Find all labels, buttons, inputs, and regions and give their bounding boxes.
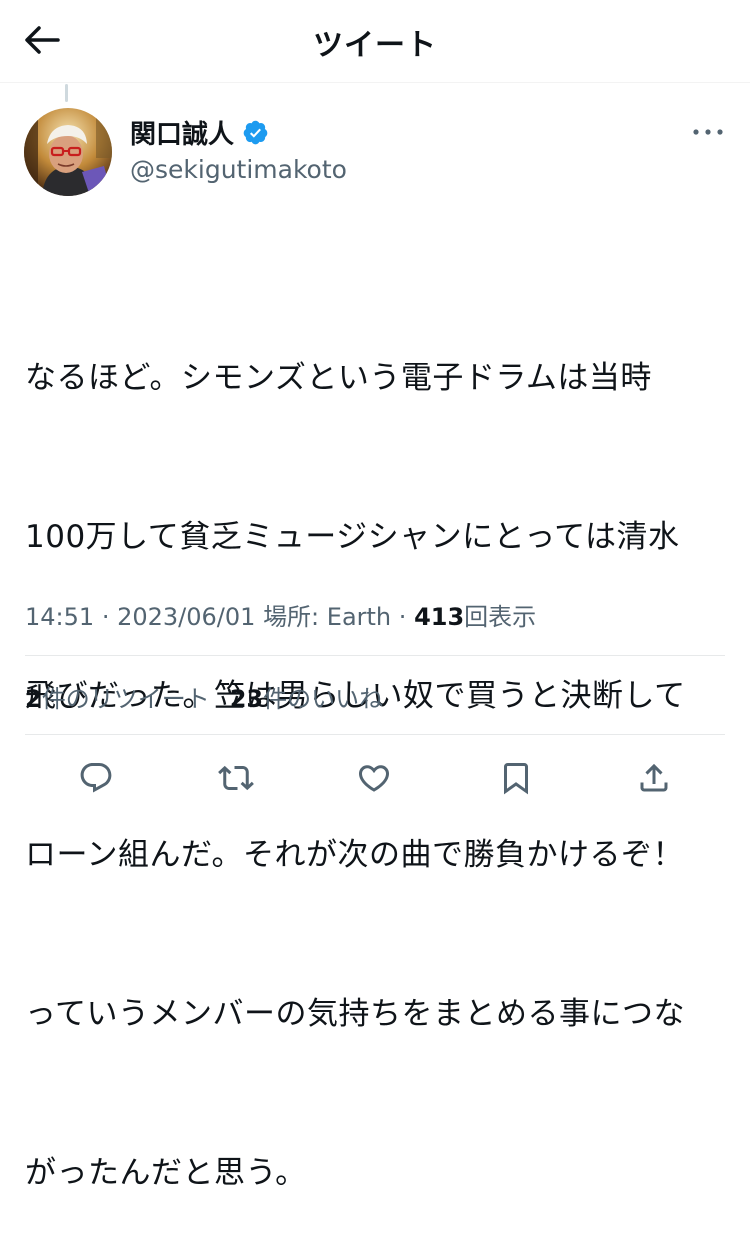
views-label: 回表示: [464, 603, 537, 631]
retweet-icon: [218, 765, 254, 791]
retweets-stat[interactable]: 2件のリツイート: [25, 685, 210, 713]
retweets-label: 件のリツイート: [41, 685, 210, 713]
tweet-text-line: がったんだと思う。: [25, 1155, 307, 1191]
bookmark-icon: [504, 763, 528, 795]
page-title: ツイート: [313, 28, 437, 63]
retweets-count: 2: [25, 685, 42, 713]
tweet-text-line: ローン組んだ。それが次の曲で勝負かけるぞ！: [25, 837, 685, 873]
author-name-row: 関口誠人: [130, 114, 269, 151]
reply-icon: [80, 763, 112, 793]
tweet-meta: 14:51 · 2023/06/01 場所: Earth · 413回表示: [25, 597, 536, 632]
thread-connector-line: [65, 84, 68, 102]
divider: [25, 655, 725, 656]
tweet-date[interactable]: 2023/06/01: [117, 603, 255, 631]
likes-stat[interactable]: 23件のいいね: [230, 685, 383, 713]
author-display-name[interactable]: 関口誠人: [130, 114, 234, 151]
tweet-text: なるほど。シモンズという電子ドラムは当時 100万して貧乏ミュージシャンにとって…: [25, 246, 725, 1253]
retweet-button[interactable]: [214, 756, 258, 800]
meta-separator: ·: [101, 603, 110, 631]
share-icon: [640, 763, 668, 792]
heart-icon: [358, 765, 390, 792]
meta-separator: ·: [398, 603, 407, 631]
views-count[interactable]: 413: [414, 603, 464, 631]
author-handle[interactable]: @sekigutimakoto: [130, 155, 347, 184]
engagement-stats: 2件のリツイート 23件のいいね: [25, 679, 383, 714]
top-bar: ツイート: [0, 0, 750, 83]
more-options-button[interactable]: [690, 120, 726, 144]
likes-label: 件のいいね: [263, 685, 384, 713]
tweet-time[interactable]: 14:51: [25, 603, 94, 631]
likes-count: 23: [229, 685, 264, 713]
divider: [25, 734, 725, 735]
bookmark-button[interactable]: [494, 756, 538, 800]
reply-button[interactable]: [74, 756, 118, 800]
tweet-text-line: なるほど。シモンズという電子ドラムは当時: [25, 360, 652, 396]
verified-badge-icon: [243, 120, 268, 145]
profile-photo: [24, 108, 112, 196]
share-button[interactable]: [632, 756, 676, 800]
tweet-text-line: っていうメンバーの気持ちをまとめる事につな: [25, 996, 685, 1032]
tweet-location: 場所: Earth: [263, 603, 392, 631]
tweet-text-line: 100万して貧乏ミュージシャンにとっては清水: [25, 519, 680, 555]
like-button[interactable]: [352, 756, 396, 800]
more-dots-icon: [693, 129, 723, 135]
avatar[interactable]: [24, 108, 112, 196]
